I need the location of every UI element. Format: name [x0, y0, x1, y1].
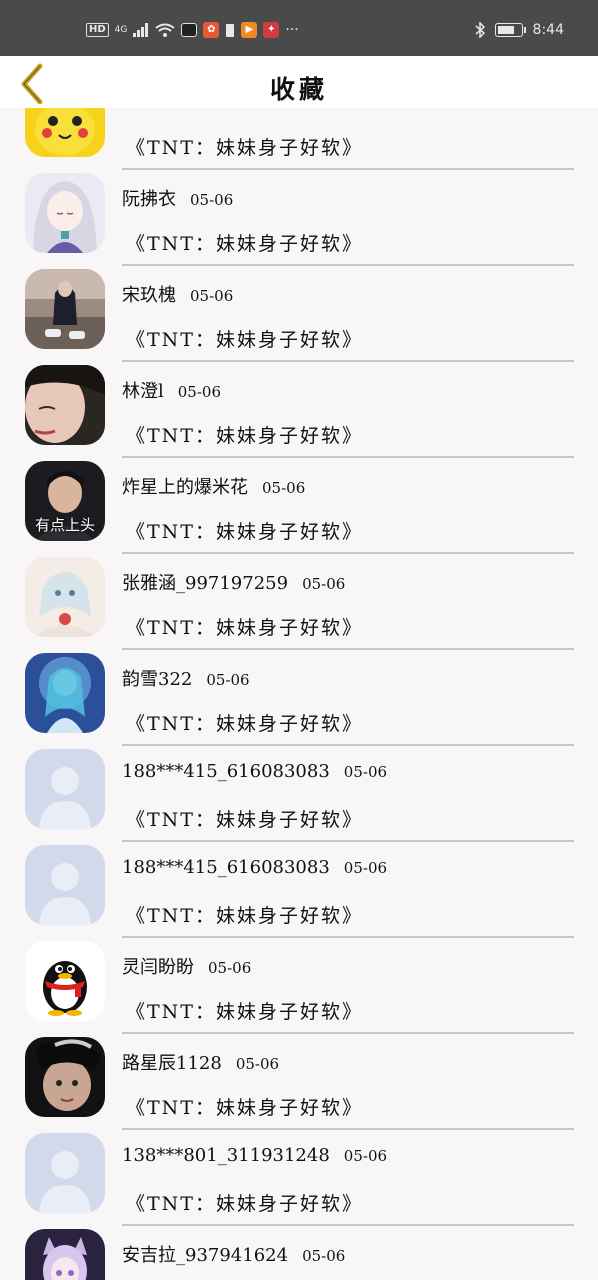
- status-time: 8:44: [532, 22, 564, 38]
- favorite-date: 05-06: [208, 959, 252, 977]
- favorite-meta: 188***415_616083083 05-06: [122, 761, 387, 782]
- user-name: 灵闫盼盼: [122, 957, 194, 978]
- user-name: 炸星上的爆米花: [122, 477, 248, 498]
- favorite-date: 05-06: [343, 859, 388, 877]
- blue-anime-avatar[interactable]: [25, 653, 105, 733]
- favorite-snippet: 《TNT：妹妹身子好软》: [126, 1193, 363, 1215]
- favorite-snippet: 《TNT：妹妹身子好软》: [126, 713, 363, 735]
- default-user-avatar[interactable]: [25, 1133, 105, 1213]
- favorite-item[interactable]: 韵雪322 05-06 《TNT：妹妹身子好软》: [0, 637, 598, 746]
- favorite-date: 05-06: [343, 1147, 388, 1165]
- favorite-meta: 韵雪322 05-06: [122, 665, 250, 691]
- favorite-meta: 138***801_311931248 05-06: [122, 1145, 387, 1166]
- favorite-snippet: 《TNT：妹妹身子好软》: [126, 233, 363, 255]
- favorite-date: 05-06: [206, 671, 250, 689]
- person-photo-avatar[interactable]: 有点上头: [25, 461, 105, 541]
- favorite-item[interactable]: 阮拂衣 05-06 《TNT：妹妹身子好软》: [0, 157, 598, 266]
- favorite-snippet: 《TNT：妹妹身子好软》: [126, 905, 363, 927]
- favorite-date: 05-06: [235, 1055, 280, 1073]
- favorite-date: 05-06: [343, 763, 388, 781]
- page-title: 收藏: [269, 75, 328, 104]
- favorite-date: 05-06: [177, 383, 222, 401]
- favorite-item[interactable]: 宋玖槐 05-06 《TNT：妹妹身子好软》: [0, 253, 598, 362]
- favorite-meta: 路星辰1128 05-06: [122, 1049, 279, 1075]
- bluetooth-icon: [475, 22, 485, 38]
- wifi-icon: [155, 23, 175, 37]
- favorite-item[interactable]: 灵闫盼盼 05-06 《TNT：妹妹身子好软》: [0, 925, 598, 1034]
- status-left-icons: HD 4G ✿ ▶ ✦ ···: [86, 22, 299, 38]
- favorite-snippet: 《TNT：妹妹身子好软》: [126, 329, 363, 351]
- favorite-snippet: 《TNT：妹妹身子好软》: [126, 425, 363, 447]
- video-app-icon: ▶: [241, 22, 258, 38]
- photo-person-avatar[interactable]: [25, 269, 105, 349]
- favorite-item[interactable]: 《TNT：妹妹身子好软》: [0, 108, 598, 170]
- user-name: 阮拂衣: [122, 189, 176, 210]
- status-bar: HD 4G ✿ ▶ ✦ ··· 8:44: [0, 0, 598, 56]
- favorite-meta: 张雅涵_997197259 05-06: [122, 569, 345, 595]
- app-orange-icon: ✿: [203, 22, 220, 38]
- message-app-icon: [181, 23, 198, 37]
- user-name: 林澄l: [122, 381, 164, 402]
- status-right-icons: 8:44: [475, 22, 564, 38]
- pikachu-avatar[interactable]: [25, 108, 105, 157]
- signal-icon: [133, 23, 149, 37]
- favorite-date: 05-06: [190, 191, 234, 209]
- favorite-item[interactable]: 林澄l 05-06 《TNT：妹妹身子好软》: [0, 349, 598, 458]
- favorite-item[interactable]: 188***415_616083083 05-06 《TNT：妹妹身子好软》: [0, 733, 598, 842]
- anime-girl-avatar[interactable]: [25, 173, 105, 253]
- favorite-date: 05-06: [262, 479, 306, 497]
- favorites-list: 《TNT：妹妹身子好软》 阮拂衣 05-06 《TNT：妹妹身子好软》 宋玖槐 05…: [0, 108, 598, 1280]
- user-name: 安吉拉_937941624: [122, 1245, 289, 1266]
- user-name: 188***415_616083083: [122, 761, 330, 782]
- user-name: 张雅涵_997197259: [122, 573, 289, 594]
- favorite-snippet: 《TNT：妹妹身子好软》: [126, 137, 363, 159]
- favorite-item[interactable]: 张雅涵_997197259 05-06 《TNT：妹妹身子好软》: [0, 541, 598, 650]
- user-name: 路星辰1128: [122, 1053, 222, 1074]
- default-user-avatar[interactable]: [25, 749, 105, 829]
- favorite-date: 05-06: [302, 1247, 346, 1265]
- favorite-meta: 炸星上的爆米花 05-06: [122, 473, 305, 499]
- face-photo-avatar[interactable]: [25, 365, 105, 445]
- favorite-snippet: 《TNT：妹妹身子好软》: [126, 1001, 363, 1023]
- qq-penguin-avatar[interactable]: [25, 941, 105, 1021]
- clipboard-icon: [226, 24, 235, 37]
- favorite-meta: 188***415_616083083 05-06: [122, 857, 387, 878]
- favorite-item[interactable]: 188***415_616083083 05-06 《TNT：妹妹身子好软》: [0, 829, 598, 938]
- hd-indicator: HD: [86, 23, 109, 37]
- favorite-date: 05-06: [302, 575, 346, 593]
- nav-bar: 收藏: [0, 56, 598, 108]
- user-name: 188***415_616083083: [122, 857, 330, 878]
- favorite-snippet: 《TNT：妹妹身子好软》: [126, 617, 363, 639]
- user-name: 韵雪322: [122, 669, 193, 690]
- favorite-meta: 安吉拉_937941624 05-06: [122, 1241, 345, 1267]
- battery-icon: [494, 23, 526, 37]
- network-type: 4G: [114, 25, 128, 35]
- favorite-date: 05-06: [190, 287, 234, 305]
- anime-cat-girl-avatar[interactable]: [25, 1229, 105, 1280]
- favorite-meta: 阮拂衣 05-06: [122, 185, 233, 211]
- default-user-avatar[interactable]: [25, 845, 105, 925]
- game-app-icon: ✦: [263, 22, 280, 38]
- favorite-snippet: 《TNT：妹妹身子好软》: [126, 809, 363, 831]
- favorite-meta: 林澄l 05-06: [122, 377, 221, 403]
- anime-art-avatar[interactable]: [25, 557, 105, 637]
- favorite-snippet: 《TNT：妹妹身子好软》: [126, 521, 363, 543]
- more-notifications-icon: ···: [285, 22, 299, 38]
- favorite-item[interactable]: 有点上头 炸星上的爆米花 05-06 《TNT：妹妹身子好软》: [0, 445, 598, 554]
- dark-photo-avatar[interactable]: [25, 1037, 105, 1117]
- favorite-item[interactable]: 138***801_311931248 05-06 《TNT：妹妹身子好软》: [0, 1117, 598, 1226]
- favorite-meta: 宋玖槐 05-06: [122, 281, 233, 307]
- avatar-caption: 有点上头: [34, 516, 95, 534]
- user-name: 宋玖槐: [122, 285, 176, 306]
- favorite-item[interactable]: 路星辰1128 05-06 《TNT：妹妹身子好软》: [0, 1021, 598, 1130]
- favorite-meta: [122, 108, 136, 110]
- favorite-snippet: 《TNT：妹妹身子好软》: [126, 1097, 363, 1119]
- favorite-meta: 灵闫盼盼 05-06: [122, 953, 251, 979]
- user-name: 138***801_311931248: [122, 1145, 330, 1166]
- favorite-item[interactable]: 安吉拉_93794162405-06 《TNT：妹妹身子好软》: [0, 1213, 598, 1280]
